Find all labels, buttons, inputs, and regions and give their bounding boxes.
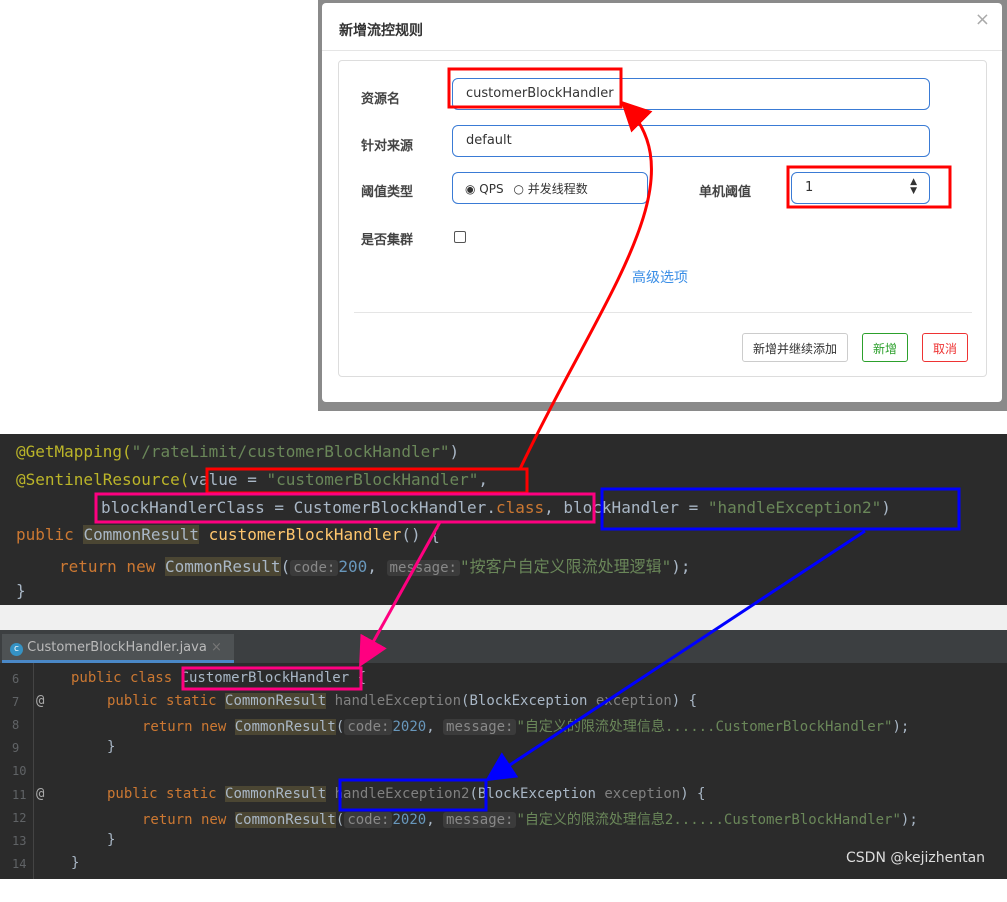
annotation-overlay <box>94 67 961 812</box>
highlight-threshold <box>786 165 952 209</box>
highlight-blockhandlerclass <box>94 492 596 524</box>
highlight-resource-name <box>447 67 623 109</box>
highlight-blockhandler <box>600 487 961 531</box>
highlight-class-name <box>181 666 363 691</box>
red-arrow <box>518 100 653 470</box>
highlight-value <box>205 467 529 495</box>
pink-arrow <box>359 521 442 668</box>
blue-arrow <box>484 529 866 782</box>
highlight-handleexception2 <box>338 778 488 812</box>
